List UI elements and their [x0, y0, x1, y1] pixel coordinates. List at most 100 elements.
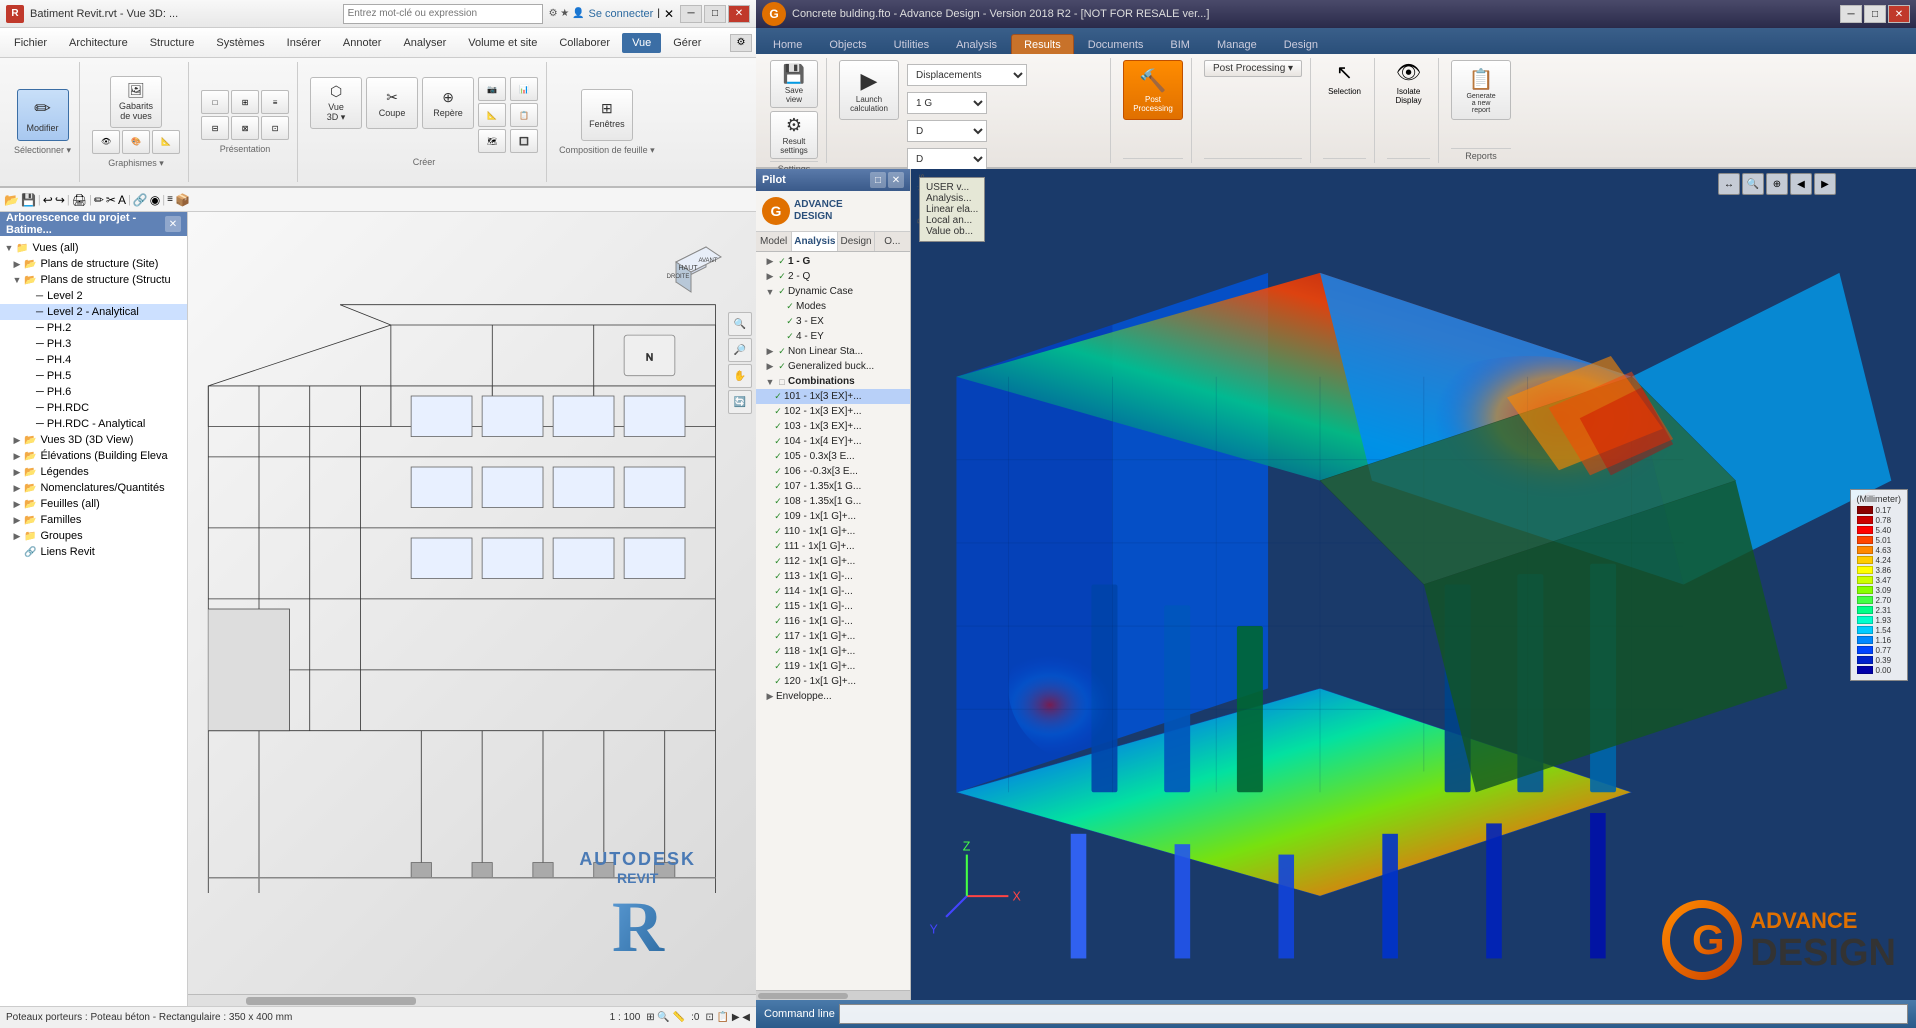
tab-analyser[interactable]: Analyser — [393, 33, 456, 53]
ad-close-btn[interactable]: ✕ — [1888, 5, 1910, 23]
check-icon[interactable]: ✓ — [784, 316, 796, 327]
check-icon[interactable]: ✓ — [776, 271, 788, 282]
modifier-button[interactable]: ✏ Modifier — [17, 89, 69, 141]
tree-item-ph3[interactable]: ─ PH.3 — [0, 336, 187, 352]
check-icon[interactable]: ✓ — [772, 391, 784, 402]
generate-report-button[interactable]: 📋 Generatea newreport — [1451, 60, 1511, 120]
close-icon[interactable]: ✕ — [664, 7, 674, 21]
pilot-item-117[interactable]: ✓ 117 - 1x[1 G]+... — [756, 629, 910, 644]
tab-volume[interactable]: Volume et site — [458, 33, 547, 53]
post-processing-button[interactable]: 🔨 PostProcessing — [1123, 60, 1183, 120]
ad-maximize-btn[interactable]: □ — [1864, 5, 1886, 23]
view-cube[interactable]: HAUT AVANT DROITE — [656, 232, 726, 302]
tree-item-vues3d[interactable]: ▶ 📂 Vues 3D (3D View) — [0, 432, 187, 448]
pilot-item-113[interactable]: ✓ 113 - 1x[1 G]-... — [756, 569, 910, 584]
ad-tab-home[interactable]: Home — [760, 34, 815, 54]
check-icon[interactable]: ✓ — [772, 631, 784, 642]
ad-tab-bim[interactable]: BIM — [1157, 34, 1203, 54]
tree-item-plans-site[interactable]: ▶ 📂 Plans de structure (Site) — [0, 256, 187, 272]
check-icon[interactable]: ✓ — [776, 361, 788, 372]
pilot-item-114[interactable]: ✓ 114 - 1x[1 G]-... — [756, 584, 910, 599]
check-icon[interactable]: ✓ — [772, 481, 784, 492]
vis-btn1[interactable]: 👁 — [92, 130, 120, 154]
zoom-out-btn[interactable]: 🔎 — [728, 338, 752, 362]
check-icon[interactable]: ✓ — [772, 526, 784, 537]
pres-btn2[interactable]: ⊞ — [231, 90, 259, 114]
pres-btn4[interactable]: ⊟ — [201, 116, 229, 140]
pilot-item-109[interactable]: ✓ 109 - 1x[1 G]+... — [756, 509, 910, 524]
tree-item-ph4[interactable]: ─ PH.4 — [0, 352, 187, 368]
tree-item-level2-analytical[interactable]: ─ Level 2 - Analytical — [0, 304, 187, 320]
pilot-item-110[interactable]: ✓ 110 - 1x[1 G]+... — [756, 524, 910, 539]
ad-window-buttons[interactable]: ─ □ ✕ — [1840, 5, 1910, 23]
close-button[interactable]: ✕ — [728, 5, 750, 23]
check-icon[interactable]: ✓ — [772, 436, 784, 447]
coupe-button[interactable]: ✂ Coupe — [366, 77, 418, 129]
ad-nav-btn2[interactable]: 🔍 — [1742, 173, 1764, 195]
check-icon[interactable]: ✓ — [772, 511, 784, 522]
tab-gerer[interactable]: Gérer — [663, 33, 711, 53]
tree-close-btn[interactable]: ✕ — [165, 216, 181, 232]
pilot-scroll-thumb[interactable] — [758, 993, 848, 999]
revit-settings-btn[interactable]: ⚙ — [730, 34, 752, 52]
pilot-item-107[interactable]: ✓ 107 - 1.35x[1 G... — [756, 479, 910, 494]
pilot-item-combinations[interactable]: ▼ □ Combinations — [756, 374, 910, 389]
check-icon[interactable]: ✓ — [784, 301, 796, 312]
pan-btn[interactable]: ✋ — [728, 364, 752, 388]
tree-item-groupes[interactable]: ▶ 📁 Groupes — [0, 528, 187, 544]
tab-systemes[interactable]: Systèmes — [206, 33, 274, 53]
check-icon[interactable]: ✓ — [772, 676, 784, 687]
pilot-item-108[interactable]: ✓ 108 - 1.35x[1 G... — [756, 494, 910, 509]
pilot-item-119[interactable]: ✓ 119 - 1x[1 G]+... — [756, 659, 910, 674]
tab-structure[interactable]: Structure — [140, 33, 205, 53]
creer-sm4[interactable]: 📊 — [510, 77, 538, 101]
pres-btn5[interactable]: ⊠ — [231, 116, 259, 140]
tree-item-level2[interactable]: ─ Level 2 — [0, 288, 187, 304]
minimize-button[interactable]: ─ — [680, 5, 702, 23]
save-view-button[interactable]: 💾 Saveview — [770, 60, 818, 108]
creer-sm5[interactable]: 📋 — [510, 103, 538, 127]
creer-sm1[interactable]: 📷 — [478, 77, 506, 101]
tab-fichier[interactable]: Fichier — [4, 33, 57, 53]
pilot-item-1g[interactable]: ▶ ✓ 1 - G — [756, 254, 910, 269]
creer-sm3[interactable]: 🗺 — [478, 129, 506, 153]
pilot-item-106[interactable]: ✓ 106 - -0.3x[3 E... — [756, 464, 910, 479]
pres-btn1[interactable]: □ — [201, 90, 229, 114]
tree-item-elevations[interactable]: ▶ 📂 Élévations (Building Eleva — [0, 448, 187, 464]
check-icon[interactable]: ✓ — [784, 331, 796, 342]
launch-calc-button[interactable]: ▶ Launchcalculation — [839, 60, 899, 120]
check-icon[interactable]: ✓ — [772, 601, 784, 612]
d-dropdown2[interactable]: D Dx Dy — [907, 148, 987, 170]
ad-tab-documents[interactable]: Documents — [1075, 34, 1157, 54]
tree-header-buttons[interactable]: ✕ — [165, 216, 181, 232]
ad-tab-utilities[interactable]: Utilities — [881, 34, 942, 54]
maximize-button[interactable]: □ — [704, 5, 726, 23]
gabarits-button[interactable]: 🖼 Gabaritsde vues — [110, 76, 162, 128]
tab-annoter[interactable]: Annoter — [333, 33, 392, 53]
ad-tab-design[interactable]: Design — [1271, 34, 1331, 54]
revit-window-buttons[interactable]: ─ □ ✕ — [680, 5, 750, 23]
ad-nav-btn3[interactable]: ⊕ — [1766, 173, 1788, 195]
pilot-item-modes[interactable]: ✓ Modes — [756, 299, 910, 314]
pilot-item-103[interactable]: ✓ 103 - 1x[3 EX]+... — [756, 419, 910, 434]
check-icon[interactable]: ✓ — [776, 346, 788, 357]
ad-nav-btn4[interactable]: ◀ — [1790, 173, 1812, 195]
pilot-float-btn[interactable]: □ — [870, 172, 886, 188]
tree-item-nomenclatures[interactable]: ▶ 📂 Nomenclatures/Quantités — [0, 480, 187, 496]
ad-tab-results[interactable]: Results — [1011, 34, 1074, 54]
tree-item-plans-struct[interactable]: ▼ 📂 Plans de structure (Structu — [0, 272, 187, 288]
check-icon[interactable]: ✓ — [772, 421, 784, 432]
check-icon[interactable]: ✓ — [772, 661, 784, 672]
check-icon[interactable]: ✓ — [772, 586, 784, 597]
tree-item-vues-all[interactable]: ▼ 📁 Vues (all) — [0, 240, 187, 256]
ad-tab-analysis[interactable]: Analysis — [943, 34, 1010, 54]
revit-search-input[interactable] — [343, 4, 543, 24]
creer-sm2[interactable]: 📐 — [478, 103, 506, 127]
check-icon[interactable]: ✓ — [772, 556, 784, 567]
tab-inserer[interactable]: Insérer — [277, 33, 331, 53]
pres-btn3[interactable]: ≡ — [261, 90, 289, 114]
pilot-close-btn[interactable]: ✕ — [888, 172, 904, 188]
check-icon[interactable]: ✓ — [772, 571, 784, 582]
pilot-item-112[interactable]: ✓ 112 - 1x[1 G]+... — [756, 554, 910, 569]
tree-item-ph5[interactable]: ─ PH.5 — [0, 368, 187, 384]
